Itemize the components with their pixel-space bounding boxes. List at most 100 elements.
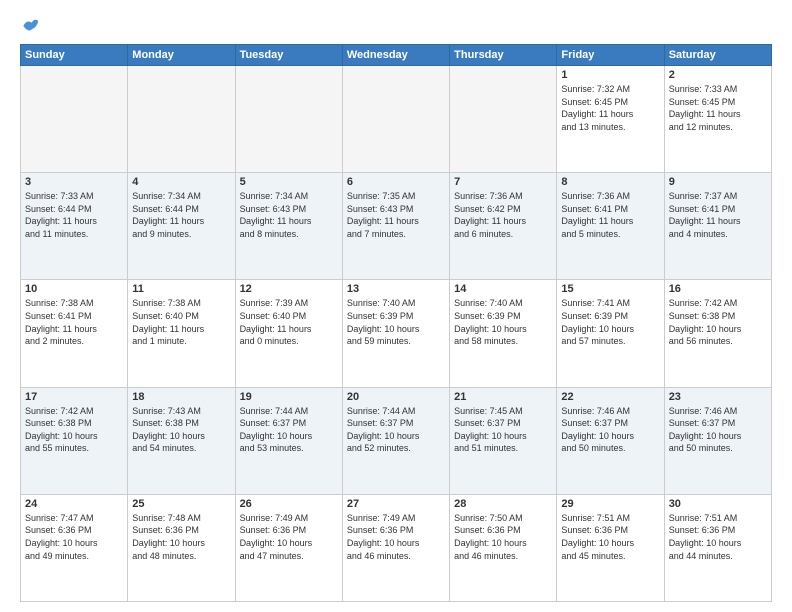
day-cell: 29 Sunrise: 7:51 AM Sunset: 6:36 PM Dayli…: [557, 494, 664, 601]
page: SundayMondayTuesdayWednesdayThursdayFrid…: [0, 0, 792, 612]
day-info: Sunrise: 7:36 AM Sunset: 6:41 PM Dayligh…: [561, 190, 659, 240]
header-saturday: Saturday: [664, 45, 771, 66]
day-number: 22: [561, 391, 659, 403]
day-info: Sunrise: 7:38 AM Sunset: 6:41 PM Dayligh…: [25, 297, 123, 347]
day-number: 28: [454, 498, 552, 510]
day-cell: 22 Sunrise: 7:46 AM Sunset: 6:37 PM Dayli…: [557, 387, 664, 494]
day-cell: 4 Sunrise: 7:34 AM Sunset: 6:44 PM Daylig…: [128, 173, 235, 280]
day-info: Sunrise: 7:44 AM Sunset: 6:37 PM Dayligh…: [240, 405, 338, 455]
day-number: 13: [347, 283, 445, 295]
day-info: Sunrise: 7:34 AM Sunset: 6:44 PM Dayligh…: [132, 190, 230, 240]
day-number: 6: [347, 176, 445, 188]
day-number: 18: [132, 391, 230, 403]
day-number: 20: [347, 391, 445, 403]
header-wednesday: Wednesday: [342, 45, 449, 66]
day-cell: 6 Sunrise: 7:35 AM Sunset: 6:43 PM Daylig…: [342, 173, 449, 280]
day-cell: 7 Sunrise: 7:36 AM Sunset: 6:42 PM Daylig…: [450, 173, 557, 280]
day-number: 23: [669, 391, 767, 403]
day-info: Sunrise: 7:48 AM Sunset: 6:36 PM Dayligh…: [132, 512, 230, 562]
day-number: 4: [132, 176, 230, 188]
day-cell: 16 Sunrise: 7:42 AM Sunset: 6:38 PM Dayli…: [664, 280, 771, 387]
day-info: Sunrise: 7:40 AM Sunset: 6:39 PM Dayligh…: [347, 297, 445, 347]
day-number: 21: [454, 391, 552, 403]
week-row-3: 17 Sunrise: 7:42 AM Sunset: 6:38 PM Dayli…: [21, 387, 772, 494]
header-sunday: Sunday: [21, 45, 128, 66]
day-number: 8: [561, 176, 659, 188]
header-monday: Monday: [128, 45, 235, 66]
day-cell: 1Sunrise: 7:32 AM Sunset: 6:45 PM Daylig…: [557, 66, 664, 173]
day-info: Sunrise: 7:42 AM Sunset: 6:38 PM Dayligh…: [25, 405, 123, 455]
day-cell: 20 Sunrise: 7:44 AM Sunset: 6:37 PM Dayli…: [342, 387, 449, 494]
day-cell: 18 Sunrise: 7:43 AM Sunset: 6:38 PM Dayli…: [128, 387, 235, 494]
day-number: 17: [25, 391, 123, 403]
day-number: 10: [25, 283, 123, 295]
day-cell: 19 Sunrise: 7:44 AM Sunset: 6:37 PM Dayli…: [235, 387, 342, 494]
day-number: 9: [669, 176, 767, 188]
week-row-4: 24 Sunrise: 7:47 AM Sunset: 6:36 PM Dayli…: [21, 494, 772, 601]
day-cell: [235, 66, 342, 173]
day-cell: 14Sunrise: 7:40 AM Sunset: 6:39 PM Dayli…: [450, 280, 557, 387]
week-row-2: 10 Sunrise: 7:38 AM Sunset: 6:41 PM Dayli…: [21, 280, 772, 387]
day-number: 3: [25, 176, 123, 188]
day-info: Sunrise: 7:45 AM Sunset: 6:37 PM Dayligh…: [454, 405, 552, 455]
day-cell: 24 Sunrise: 7:47 AM Sunset: 6:36 PM Dayli…: [21, 494, 128, 601]
day-number: 5: [240, 176, 338, 188]
day-info: Sunrise: 7:42 AM Sunset: 6:38 PM Dayligh…: [669, 297, 767, 347]
day-cell: 30Sunrise: 7:51 AM Sunset: 6:36 PM Dayli…: [664, 494, 771, 601]
day-number: 12: [240, 283, 338, 295]
day-info: Sunrise: 7:49 AM Sunset: 6:36 PM Dayligh…: [347, 512, 445, 562]
day-cell: 17 Sunrise: 7:42 AM Sunset: 6:38 PM Dayli…: [21, 387, 128, 494]
day-number: 2: [669, 69, 767, 81]
day-cell: [21, 66, 128, 173]
day-info: Sunrise: 7:32 AM Sunset: 6:45 PM Dayligh…: [561, 83, 659, 133]
day-cell: 21 Sunrise: 7:45 AM Sunset: 6:37 PM Dayli…: [450, 387, 557, 494]
day-cell: 25 Sunrise: 7:48 AM Sunset: 6:36 PM Dayli…: [128, 494, 235, 601]
day-cell: 23 Sunrise: 7:46 AM Sunset: 6:37 PM Dayli…: [664, 387, 771, 494]
day-info: Sunrise: 7:39 AM Sunset: 6:40 PM Dayligh…: [240, 297, 338, 347]
day-number: 25: [132, 498, 230, 510]
day-number: 29: [561, 498, 659, 510]
day-cell: 10 Sunrise: 7:38 AM Sunset: 6:41 PM Dayli…: [21, 280, 128, 387]
header-tuesday: Tuesday: [235, 45, 342, 66]
day-number: 14: [454, 283, 552, 295]
day-info: Sunrise: 7:44 AM Sunset: 6:37 PM Dayligh…: [347, 405, 445, 455]
day-cell: 3Sunrise: 7:33 AM Sunset: 6:44 PM Daylig…: [21, 173, 128, 280]
day-cell: 15 Sunrise: 7:41 AM Sunset: 6:39 PM Dayli…: [557, 280, 664, 387]
day-cell: 8 Sunrise: 7:36 AM Sunset: 6:41 PM Daylig…: [557, 173, 664, 280]
day-info: Sunrise: 7:47 AM Sunset: 6:36 PM Dayligh…: [25, 512, 123, 562]
day-info: Sunrise: 7:46 AM Sunset: 6:37 PM Dayligh…: [561, 405, 659, 455]
day-cell: 28 Sunrise: 7:50 AM Sunset: 6:36 PM Dayli…: [450, 494, 557, 601]
day-cell: 26Sunrise: 7:49 AM Sunset: 6:36 PM Dayli…: [235, 494, 342, 601]
day-info: Sunrise: 7:37 AM Sunset: 6:41 PM Dayligh…: [669, 190, 767, 240]
day-info: Sunrise: 7:49 AM Sunset: 6:36 PM Dayligh…: [240, 512, 338, 562]
day-cell: [450, 66, 557, 173]
day-info: Sunrise: 7:35 AM Sunset: 6:43 PM Dayligh…: [347, 190, 445, 240]
day-number: 11: [132, 283, 230, 295]
day-info: Sunrise: 7:36 AM Sunset: 6:42 PM Dayligh…: [454, 190, 552, 240]
day-cell: 2 Sunrise: 7:33 AM Sunset: 6:45 PM Daylig…: [664, 66, 771, 173]
day-number: 19: [240, 391, 338, 403]
day-info: Sunrise: 7:46 AM Sunset: 6:37 PM Dayligh…: [669, 405, 767, 455]
week-row-0: 1Sunrise: 7:32 AM Sunset: 6:45 PM Daylig…: [21, 66, 772, 173]
day-info: Sunrise: 7:51 AM Sunset: 6:36 PM Dayligh…: [561, 512, 659, 562]
logo-icon: [20, 16, 40, 36]
logo: [20, 16, 42, 36]
day-cell: 11 Sunrise: 7:38 AM Sunset: 6:40 PM Dayli…: [128, 280, 235, 387]
header-thursday: Thursday: [450, 45, 557, 66]
day-number: 24: [25, 498, 123, 510]
day-cell: [128, 66, 235, 173]
day-number: 7: [454, 176, 552, 188]
day-info: Sunrise: 7:33 AM Sunset: 6:45 PM Dayligh…: [669, 83, 767, 133]
day-number: 16: [669, 283, 767, 295]
day-info: Sunrise: 7:51 AM Sunset: 6:36 PM Dayligh…: [669, 512, 767, 562]
day-info: Sunrise: 7:50 AM Sunset: 6:36 PM Dayligh…: [454, 512, 552, 562]
day-cell: 13 Sunrise: 7:40 AM Sunset: 6:39 PM Dayli…: [342, 280, 449, 387]
day-info: Sunrise: 7:34 AM Sunset: 6:43 PM Dayligh…: [240, 190, 338, 240]
day-info: Sunrise: 7:43 AM Sunset: 6:38 PM Dayligh…: [132, 405, 230, 455]
day-info: Sunrise: 7:41 AM Sunset: 6:39 PM Dayligh…: [561, 297, 659, 347]
day-number: 15: [561, 283, 659, 295]
header: [20, 16, 772, 36]
day-cell: [342, 66, 449, 173]
day-info: Sunrise: 7:38 AM Sunset: 6:40 PM Dayligh…: [132, 297, 230, 347]
calendar-header-row: SundayMondayTuesdayWednesdayThursdayFrid…: [21, 45, 772, 66]
